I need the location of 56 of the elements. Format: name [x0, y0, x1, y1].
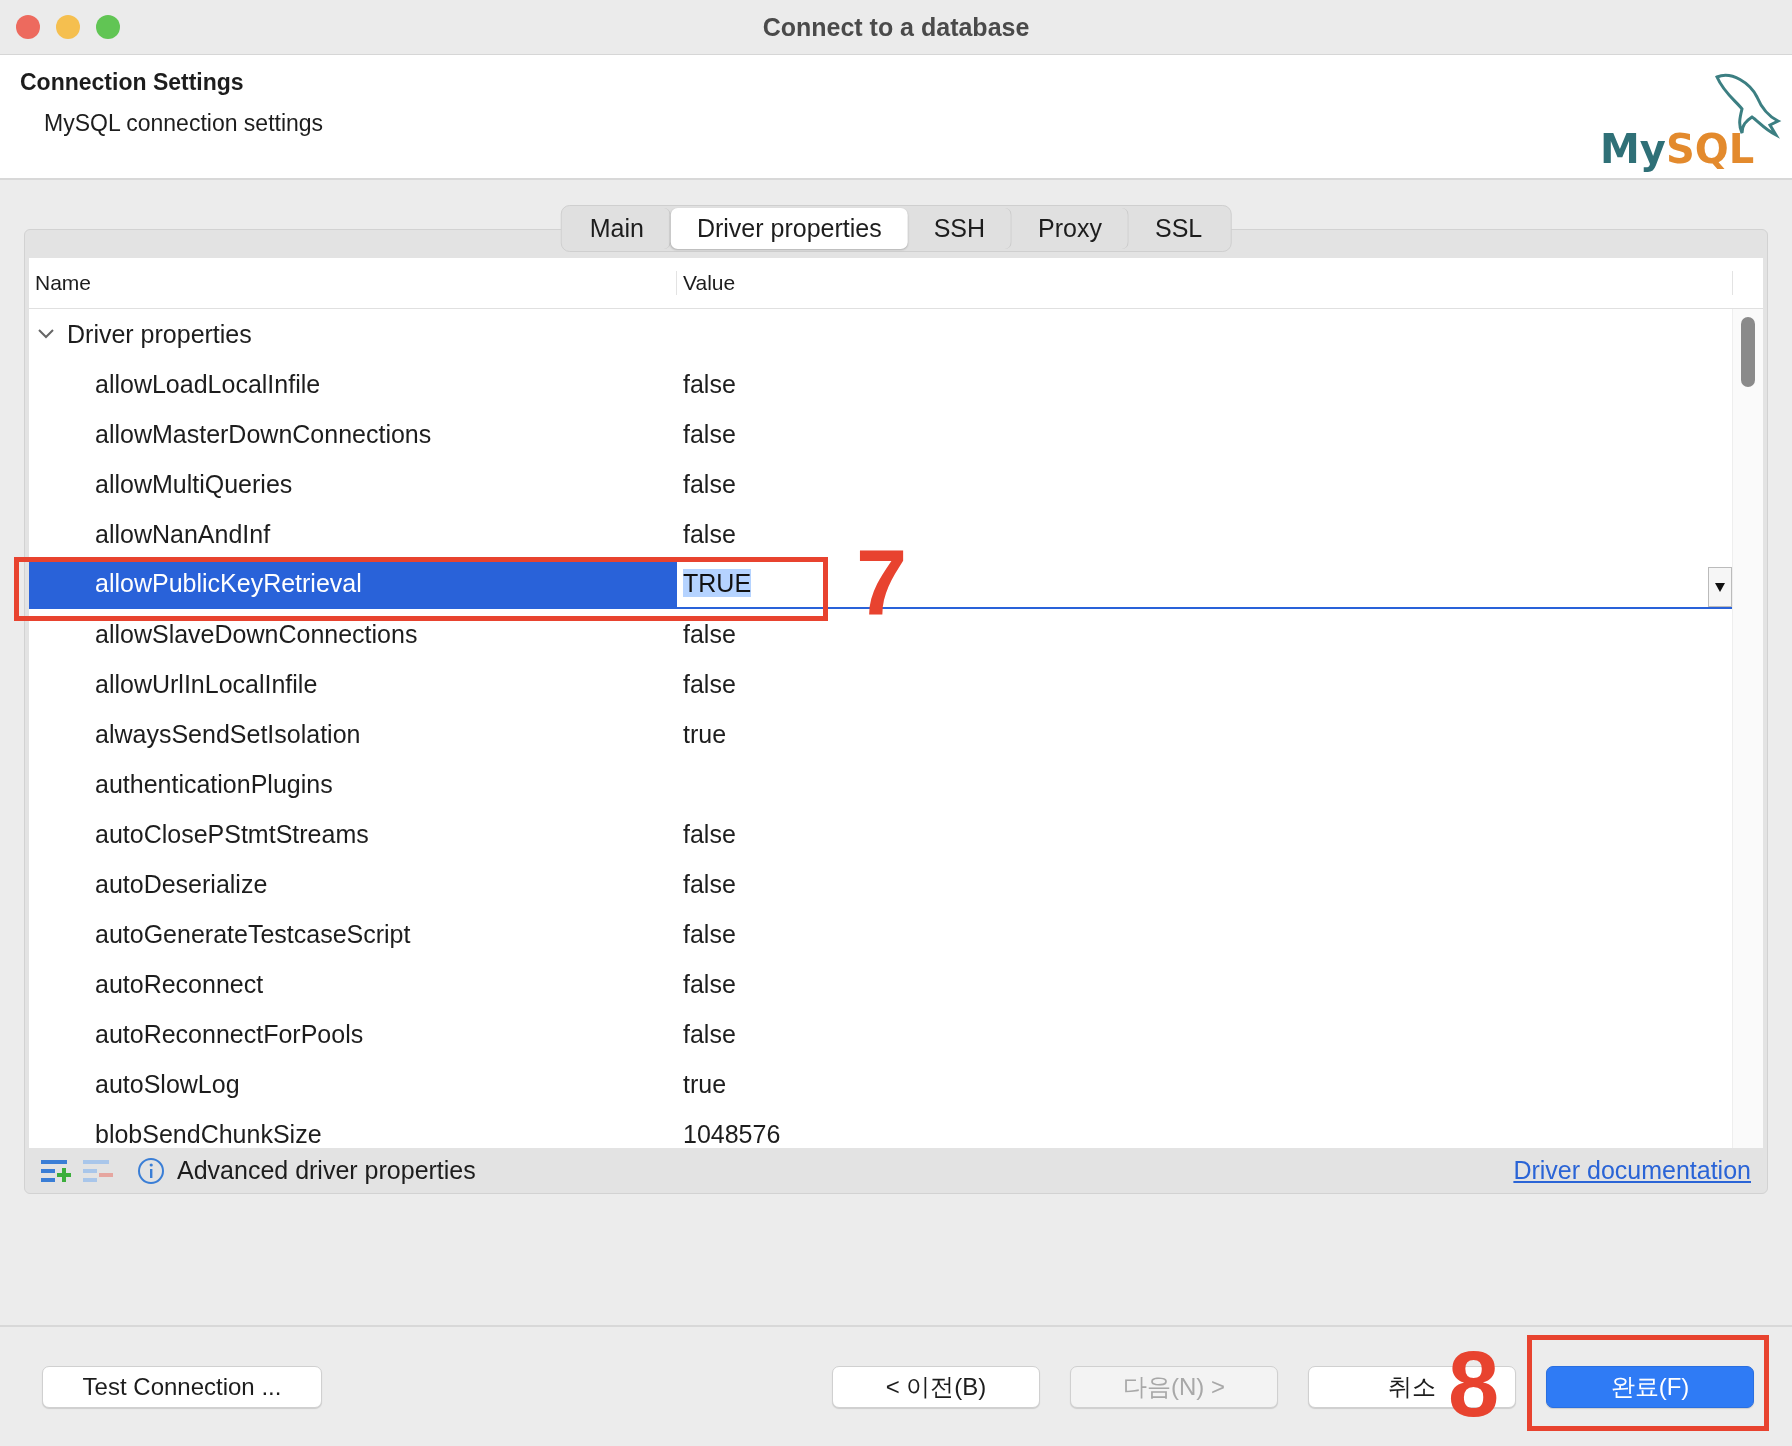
tab[interactable]: Proxy [1012, 208, 1129, 249]
test-connection-button[interactable]: Test Connection ... [42, 1365, 322, 1408]
property-name[interactable]: autoClosePStmtStreams [29, 819, 677, 849]
group-label[interactable]: Driver properties [67, 319, 252, 349]
property-value: false [683, 1019, 736, 1048]
driver-documentation-link[interactable]: Driver documentation [1513, 1156, 1751, 1185]
property-value: true [683, 1069, 727, 1098]
tab[interactable]: Main [563, 208, 671, 249]
tab[interactable]: Driver properties [670, 208, 908, 249]
window-control-icon[interactable] [96, 15, 120, 39]
property-value: false [683, 369, 736, 398]
step-number: 7 [856, 536, 908, 628]
property-value: false [683, 819, 736, 848]
scrollbar[interactable] [1732, 309, 1763, 1148]
property-name[interactable]: allowMultiQueries [29, 469, 677, 499]
property-name[interactable]: autoGenerateTestcaseScript [29, 919, 677, 949]
info-label: Advanced driver properties [177, 1156, 476, 1185]
section-subtitle: MySQL connection settings [44, 110, 324, 137]
dialog-button[interactable]: < 이전(B) [832, 1365, 1040, 1408]
chevron-icon[interactable] [37, 328, 55, 340]
dialog-button[interactable]: 완료(F) [1546, 1365, 1754, 1408]
property-value: true [683, 719, 727, 748]
property-value: 1048576 [683, 1119, 781, 1148]
column-header[interactable]: Value [683, 271, 736, 294]
property-value: false [683, 519, 736, 548]
property-name[interactable]: autoReconnectForPools [29, 1019, 677, 1049]
property-value: false [683, 869, 736, 898]
property-name[interactable]: allowNanAndInf [29, 519, 677, 549]
property-name[interactable]: allowSlaveDownConnections [29, 619, 677, 649]
window-title: Connect to a database [762, 12, 1030, 42]
dolphin-logo: MySQL [1592, 63, 1792, 173]
property-value: false [683, 419, 736, 448]
property-value: false [683, 919, 736, 948]
section-title: Connection Settings [20, 69, 245, 96]
property-name[interactable]: autoReconnect [29, 969, 677, 999]
property-name[interactable]: allowMasterDownConnections [29, 419, 677, 449]
property-name[interactable]: allowUrlInLocalInfile [29, 669, 677, 699]
add-row-icon[interactable] [41, 1157, 71, 1184]
dropdown-button[interactable] [1708, 567, 1732, 607]
property-value: false [683, 969, 736, 998]
property-name[interactable]: autoDeserialize [29, 869, 677, 899]
property-name[interactable]: authenticationPlugins [29, 769, 677, 799]
info-icon [137, 1156, 165, 1185]
property-name[interactable]: alwaysSendSetIsolation [29, 719, 677, 749]
tab[interactable]: SSL [1129, 208, 1229, 249]
property-name[interactable]: allowLoadLocalInfile [29, 369, 677, 399]
property-value: false [683, 619, 736, 648]
property-name[interactable]: blobSendChunkSize [29, 1119, 677, 1148]
property-value: false [683, 669, 736, 698]
property-value: false [683, 469, 736, 498]
property-value: TRUE [683, 568, 752, 597]
property-name[interactable]: autoSlowLog [29, 1069, 677, 1099]
tab[interactable]: SSH [907, 208, 1013, 249]
window-control-icon[interactable] [16, 15, 40, 39]
caret-icon [1714, 581, 1726, 593]
column-header[interactable]: Name [35, 271, 92, 294]
